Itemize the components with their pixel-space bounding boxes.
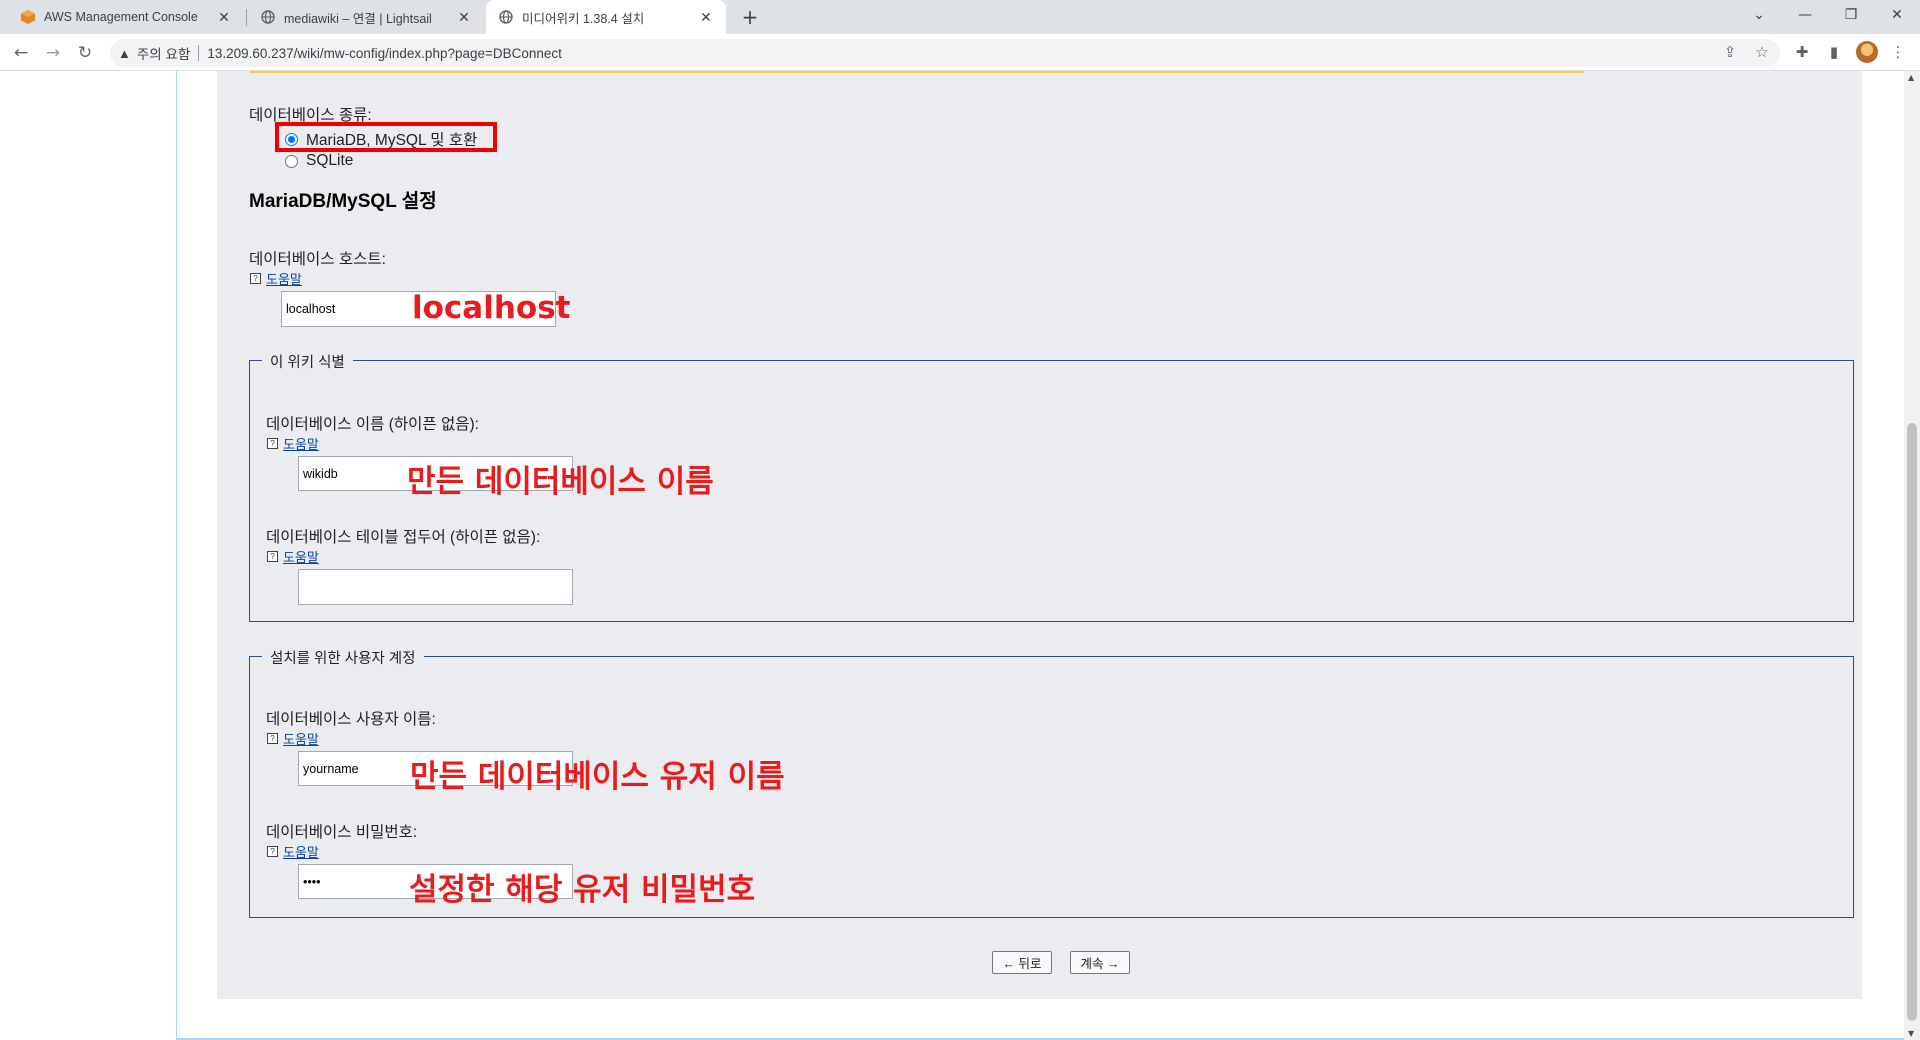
tab-separator	[246, 9, 247, 26]
help-link[interactable]: ? 도움말	[267, 842, 319, 861]
security-warning-text[interactable]: 주의 요함	[137, 43, 190, 63]
tab-mediawiki-install[interactable]: 미디어위키 1.38.4 설치 ✕	[486, 0, 726, 34]
browser-toolbar: ← → ↻ ▲ 주의 요함 13.209.60.237/wiki/mw-conf…	[0, 34, 1920, 71]
continue-button[interactable]: 계속 →	[1070, 951, 1130, 974]
close-window-icon[interactable]: ✕	[1874, 0, 1920, 30]
db-user-label: 데이터베이스 사용자 이름:	[266, 711, 436, 728]
radio-button-checked[interactable]	[285, 132, 298, 146]
share-icon[interactable]: ⇪	[1718, 40, 1742, 64]
close-tab-icon[interactable]: ✕	[698, 9, 714, 26]
tab-title: AWS Management Console	[44, 10, 198, 24]
radio-sqlite[interactable]: SQLite	[285, 152, 353, 170]
help-link[interactable]: ? 도움말	[267, 729, 319, 748]
help-link-text[interactable]: 도움말	[283, 729, 319, 748]
help-link-text[interactable]: 도움말	[283, 547, 319, 566]
radio-label: MariaDB, MySQL 및 호환	[306, 132, 478, 149]
section-heading: MariaDB/MySQL 설정	[249, 191, 437, 212]
scrollbar-thumb[interactable]	[1907, 423, 1917, 1021]
wiki-identity-legend: 이 위키 식별	[262, 351, 353, 372]
radio-button[interactable]	[285, 154, 298, 168]
help-link-text[interactable]: 도움말	[283, 842, 319, 861]
help-icon: ?	[267, 733, 278, 744]
tab-search-icon[interactable]: ⌄	[1736, 0, 1782, 30]
tab-title: 미디어위키 1.38.4 설치	[522, 11, 645, 26]
help-icon: ?	[250, 273, 261, 284]
annotation-db-user: 만든 데이터베이스 유저 이름	[410, 759, 785, 795]
menu-dots-icon[interactable]: ⋮	[1886, 40, 1910, 64]
table-prefix-input[interactable]	[298, 569, 573, 605]
bookmark-star-icon[interactable]: ☆	[1750, 40, 1774, 64]
extensions-puzzle-icon[interactable]: ✚	[1790, 40, 1814, 64]
back-arrow-icon[interactable]: ←	[8, 40, 34, 66]
radio-label: SQLite	[306, 152, 354, 169]
scroll-up-icon[interactable]: ▲	[1908, 73, 1914, 82]
annotation-db-password: 설정한 해당 유저 비밀번호	[409, 872, 756, 908]
close-tab-icon[interactable]: ✕	[216, 9, 232, 26]
tab-lightsail[interactable]: mediawiki – 연결 | Lightsail ✕	[248, 0, 484, 34]
table-prefix-label: 데이터베이스 테이블 접두어 (하이픈 없음):	[266, 529, 541, 546]
restore-icon[interactable]: ❐	[1828, 0, 1874, 30]
globe-icon	[260, 9, 276, 25]
globe-icon	[498, 9, 514, 25]
back-button[interactable]: ← 뒤로	[992, 951, 1052, 974]
notice-border	[250, 71, 1584, 73]
annotation-db-name: 만든 데이터베이스 이름	[407, 464, 714, 500]
annotation-host: localhost	[412, 290, 571, 326]
address-divider	[198, 45, 200, 61]
help-link[interactable]: ? 도움말	[267, 547, 319, 566]
help-link-text[interactable]: 도움말	[283, 434, 319, 453]
help-icon: ?	[267, 438, 278, 449]
tab-aws-console[interactable]: AWS Management Console ✕	[8, 0, 244, 34]
db-host-label: 데이터베이스 호스트:	[249, 251, 386, 268]
scroll-down-icon[interactable]: ▼	[1908, 1029, 1914, 1038]
page-border	[176, 71, 177, 1040]
page-viewport: 데이터베이스 종류: MariaDB, MySQL 및 호환 SQLite Ma…	[0, 71, 1904, 1040]
side-panel-icon[interactable]: ▮	[1822, 40, 1846, 64]
minimize-icon[interactable]: —	[1782, 0, 1828, 30]
db-name-label: 데이터베이스 이름 (하이픈 없음):	[266, 416, 479, 433]
close-tab-icon[interactable]: ✕	[456, 9, 472, 26]
warning-triangle-icon[interactable]: ▲	[118, 46, 131, 61]
install-account-legend: 설치를 위한 사용자 계정	[262, 647, 424, 668]
help-link[interactable]: ? 도움말	[250, 269, 302, 288]
help-link-text[interactable]: 도움말	[266, 269, 302, 288]
help-icon: ?	[267, 551, 278, 562]
db-password-label: 데이터베이스 비밀번호:	[266, 824, 418, 841]
help-link[interactable]: ? 도움말	[267, 434, 319, 453]
vertical-scrollbar[interactable]: ▲ ▼	[1904, 71, 1920, 1040]
radio-mariadb[interactable]: MariaDB, MySQL 및 호환	[285, 128, 477, 150]
forward-arrow-icon[interactable]: →	[40, 40, 66, 66]
tab-title: mediawiki – 연결 | Lightsail	[284, 11, 432, 26]
reload-icon[interactable]: ↻	[72, 40, 98, 66]
tab-strip: AWS Management Console ✕ mediawiki – 연결 …	[0, 0, 1920, 34]
profile-avatar[interactable]	[1856, 41, 1878, 63]
installer-content: 데이터베이스 종류: MariaDB, MySQL 및 호환 SQLite Ma…	[217, 71, 1862, 999]
aws-cube-icon	[20, 9, 36, 25]
new-tab-button[interactable]: +	[737, 4, 763, 30]
help-icon: ?	[267, 846, 278, 857]
url-text[interactable]: 13.209.60.237/wiki/mw-config/index.php?p…	[207, 46, 562, 61]
address-bar[interactable]: ▲ 주의 요함 13.209.60.237/wiki/mw-config/ind…	[110, 39, 1780, 67]
